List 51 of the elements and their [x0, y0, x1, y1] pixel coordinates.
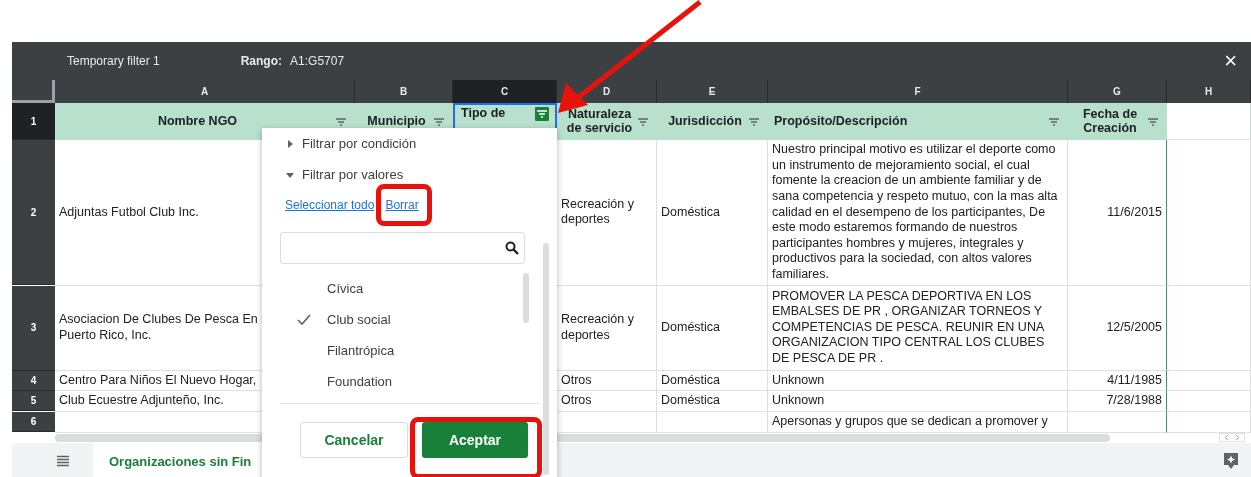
column-header[interactable]: A — [55, 80, 355, 103]
table-cell-text: Nuestro principal motivo es utilizar el deporte como un instrumento de mejoramiento social, el cual fomente la creacion de un ambiente familiar y de sana competencia y respeto mutuo, con la mas alta calidad en el desempeno de los participantes, De este modo estaremos formando de nuestros participantes hombres y mujeres, integrales y productivos para la sociedad, con altos valores familiares. — [772, 142, 1059, 283]
table-cell: 7/28/1988 — [1106, 393, 1162, 409]
table-cell: Unknown — [772, 393, 825, 409]
table-cell: Asociacion De Clubes De Pesca En Puerto Rico, Inc. — [59, 312, 258, 344]
row-number[interactable]: 6 — [12, 411, 55, 432]
header-cell: Fecha de Creación — [1068, 103, 1167, 140]
table-cell: Otros — [561, 393, 592, 409]
filter-value-option[interactable]: Filantrópica — [280, 335, 395, 366]
table-cell: Unknown — [772, 372, 825, 389]
table-cell: 12/5/2005 — [1106, 319, 1162, 336]
table-cell: Doméstica — [661, 204, 721, 221]
header-cell: Naturaleza de servicio — [557, 103, 657, 140]
dialog-button[interactable]: Aceptar — [422, 422, 528, 458]
column-header[interactable]: G — [1068, 80, 1167, 103]
column-header[interactable]: C — [453, 80, 557, 103]
table-cell-text: PROMOVER LA PESCA DEPORTIVA EN LOS EMBALSES DE PR , ORGANIZAR TORNEOS Y COMPETENCIAS DE PESCA. REUNIR EN UNA ORGANIZACION TIPO CENTRAL LOS CLUBES DE PESCA DE PR . — [772, 288, 1046, 367]
link[interactable]: Seleccionar todo — [285, 198, 375, 212]
range-label: Rango: — [240, 54, 283, 68]
column-header[interactable]: E — [657, 80, 768, 103]
table-cell: Centro Para Niños El Nuevo Hogar, — [59, 372, 257, 389]
close-button[interactable]: × — [1220, 50, 1241, 72]
table-cell: 4/11/1985 — [1107, 372, 1162, 389]
table-cell: Doméstica — [661, 393, 721, 409]
filter-name: Temporary filter 1 — [67, 54, 160, 68]
table-cell: Apersonas y grupos que se dedican a promover y — [772, 413, 1048, 430]
filter-value-option[interactable]: Club social — [280, 304, 391, 335]
filter-value-option[interactable]: Foundation — [280, 366, 393, 397]
row-number[interactable]: 1 — [12, 103, 55, 140]
column-header[interactable]: F — [768, 80, 1068, 103]
row-number[interactable]: 5 — [12, 391, 55, 412]
table-cell: Club Ecuestre Adjunteño, Inc. — [59, 393, 224, 409]
range-value[interactable]: A1:G5707 — [290, 54, 345, 68]
table-cell-text: Recreación y deportes — [561, 196, 635, 228]
table-cell: Doméstica — [661, 319, 721, 336]
column-header[interactable]: H — [1167, 80, 1251, 103]
filter-section-toggle[interactable]: Filtrar por valores — [286, 159, 404, 190]
table-cell: 11/6/2015 — [1107, 204, 1162, 221]
row-number[interactable]: 4 — [12, 370, 55, 391]
filter-value-option[interactable]: Cívica — [280, 273, 364, 304]
row-number[interactable]: 2 — [12, 140, 55, 285]
row-number[interactable]: 3 — [12, 285, 55, 371]
table-cell: Otros — [561, 372, 592, 389]
dialog-button[interactable]: Cancelar — [300, 422, 408, 458]
table-cell: Adjuntas Futbol Club Inc. — [59, 204, 199, 221]
header-cell: Propósito/Descripción — [768, 103, 1068, 140]
column-header[interactable]: B — [355, 80, 453, 103]
link[interactable]: Borrar — [385, 198, 419, 212]
table-cell-text: Recreación y deportes — [561, 312, 635, 344]
header-cell: Jurisdicción — [657, 103, 768, 140]
table-cell: Doméstica — [661, 372, 721, 389]
